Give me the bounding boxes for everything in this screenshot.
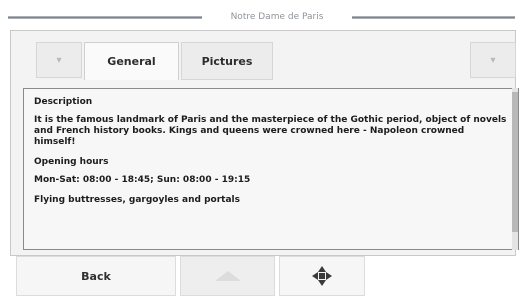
description-heading: Description — [34, 97, 93, 107]
title-bar: Notre Dame de Paris — [0, 0, 523, 34]
tab-general[interactable]: General — [84, 42, 179, 80]
back-button[interactable]: Back — [16, 256, 176, 296]
opening-hours-heading: Opening hours — [34, 157, 109, 167]
tab-scroll-left-button[interactable]: ▾ — [36, 42, 82, 78]
place-info-window: Notre Dame de Paris ▾ General Pictures ▾… — [0, 0, 523, 298]
features-text: Flying buttresses, gargoyles and portals — [34, 195, 240, 205]
arrow-left-icon: ▾ — [56, 54, 62, 66]
description-text: It is the famous landmark of Paris and t… — [34, 115, 507, 147]
tab-pictures[interactable]: Pictures — [181, 42, 273, 80]
crosshair-icon — [312, 266, 332, 286]
opening-hours-text: Mon-Sat: 08:00 - 18:45; Sun: 08:00 - 19:… — [34, 175, 251, 185]
arrow-up-icon — [214, 271, 241, 281]
place-details: Description It is the famous landmark of… — [23, 88, 519, 250]
title-divider-right — [352, 16, 515, 19]
scrollbar-thumb[interactable] — [512, 92, 518, 232]
navigate-button[interactable] — [279, 256, 365, 296]
tab-scroll-right-button[interactable]: ▾ — [470, 42, 516, 78]
title-divider-left — [8, 16, 202, 19]
scroll-up-button[interactable] — [180, 256, 275, 296]
arrow-right-icon: ▾ — [490, 54, 496, 66]
window-title: Notre Dame de Paris — [230, 12, 324, 22]
details-scrollbar[interactable] — [512, 88, 518, 250]
